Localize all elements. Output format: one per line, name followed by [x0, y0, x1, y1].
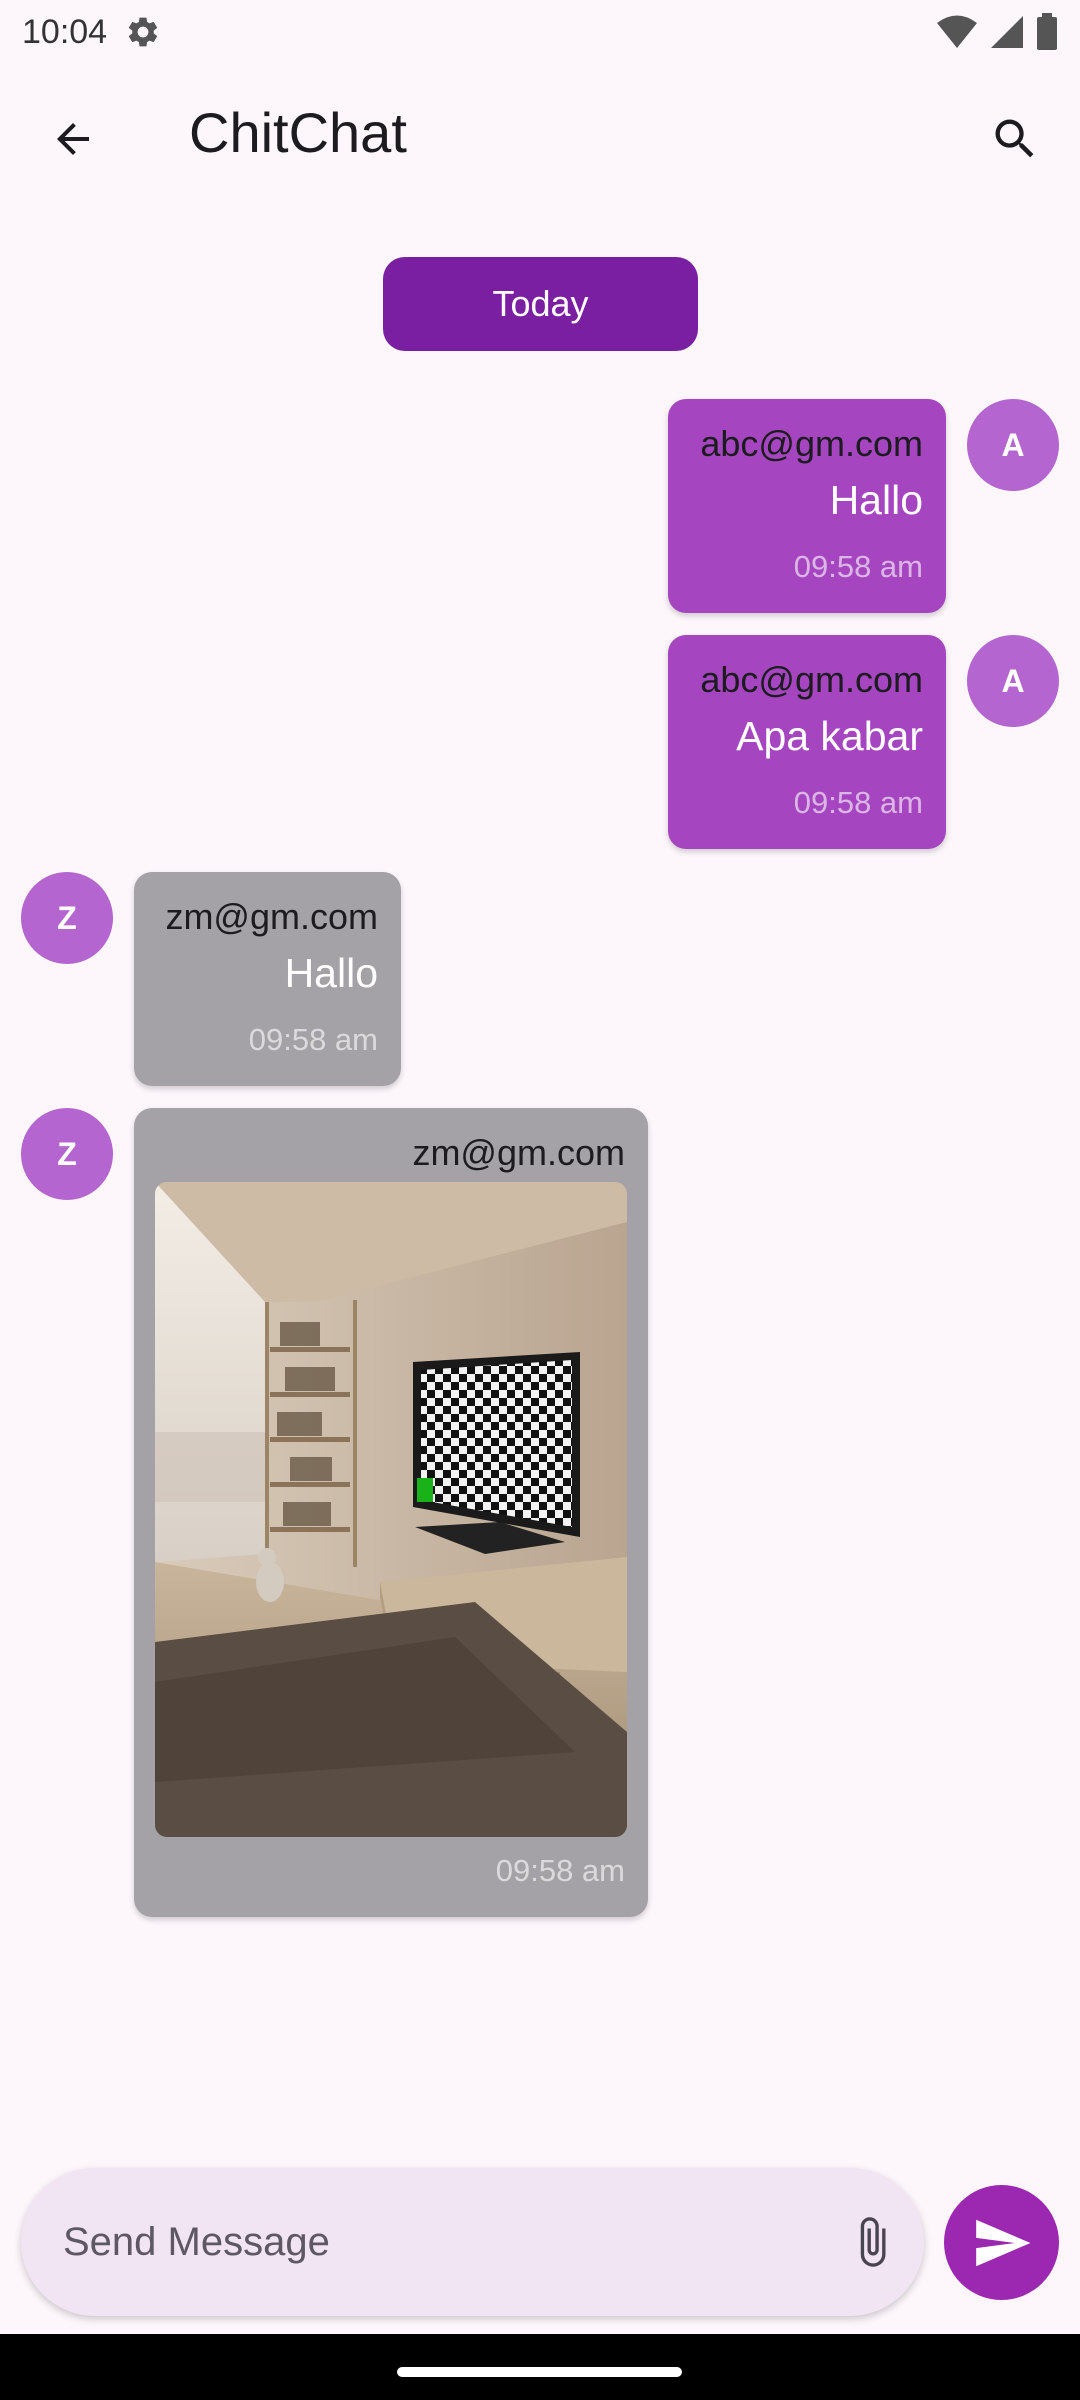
message-text: Hallo: [284, 950, 378, 996]
message-time: 09:58 am: [495, 1853, 625, 1888]
search-icon: [995, 119, 1034, 158]
message-sender: abc@gm.com: [700, 423, 923, 464]
signal-icon: [991, 16, 1023, 48]
wifi-icon: [937, 15, 977, 48]
home-gesture-handle[interactable]: [397, 2367, 682, 2377]
message-time: 09:58 am: [793, 549, 923, 584]
message-composer: [21, 2168, 924, 2316]
search-button[interactable]: [980, 104, 1050, 174]
message-time: 09:58 am: [793, 785, 923, 820]
avatar[interactable]: Z: [21, 1108, 113, 1200]
message-sender: abc@gm.com: [700, 659, 923, 700]
message-bubble-sent[interactable]: abc@gm.com Apa kabar 09:58 am: [668, 635, 946, 849]
send-button[interactable]: [944, 2185, 1059, 2300]
send-icon: [975, 2219, 1030, 2266]
avatar[interactable]: Z: [21, 872, 113, 964]
photo-living-room-tv: [155, 1182, 627, 1837]
battery-icon: [1037, 13, 1057, 50]
message-bubble-received[interactable]: zm@gm.com Hallo 09:58 am: [134, 872, 401, 1086]
settings-icon: [129, 17, 158, 47]
attach-button[interactable]: [836, 2206, 908, 2278]
message-text: Hallo: [829, 477, 923, 523]
paperclip-icon: [860, 2217, 886, 2267]
back-button[interactable]: [38, 104, 108, 174]
message-image[interactable]: [155, 1182, 627, 1837]
app-bar: ChitChat: [0, 70, 1080, 202]
page-title: ChitChat: [189, 101, 407, 164]
message-sender: zm@gm.com: [412, 1132, 625, 1173]
message-text: Apa kabar: [736, 713, 923, 759]
status-time: 10:04: [22, 12, 108, 51]
message-input[interactable]: [63, 2206, 823, 2278]
message-bubble-sent[interactable]: abc@gm.com Hallo 09:58 am: [668, 399, 946, 613]
avatar[interactable]: A: [967, 399, 1059, 491]
status-bar: 10:04: [0, 0, 1080, 64]
avatar[interactable]: A: [967, 635, 1059, 727]
arrow-back-icon: [57, 123, 89, 155]
message-sender: zm@gm.com: [165, 896, 378, 937]
date-chip: Today: [383, 257, 698, 351]
message-time: 09:58 am: [248, 1022, 378, 1057]
message-bubble-received-image[interactable]: zm@gm.com 09:58 am: [134, 1108, 648, 1917]
